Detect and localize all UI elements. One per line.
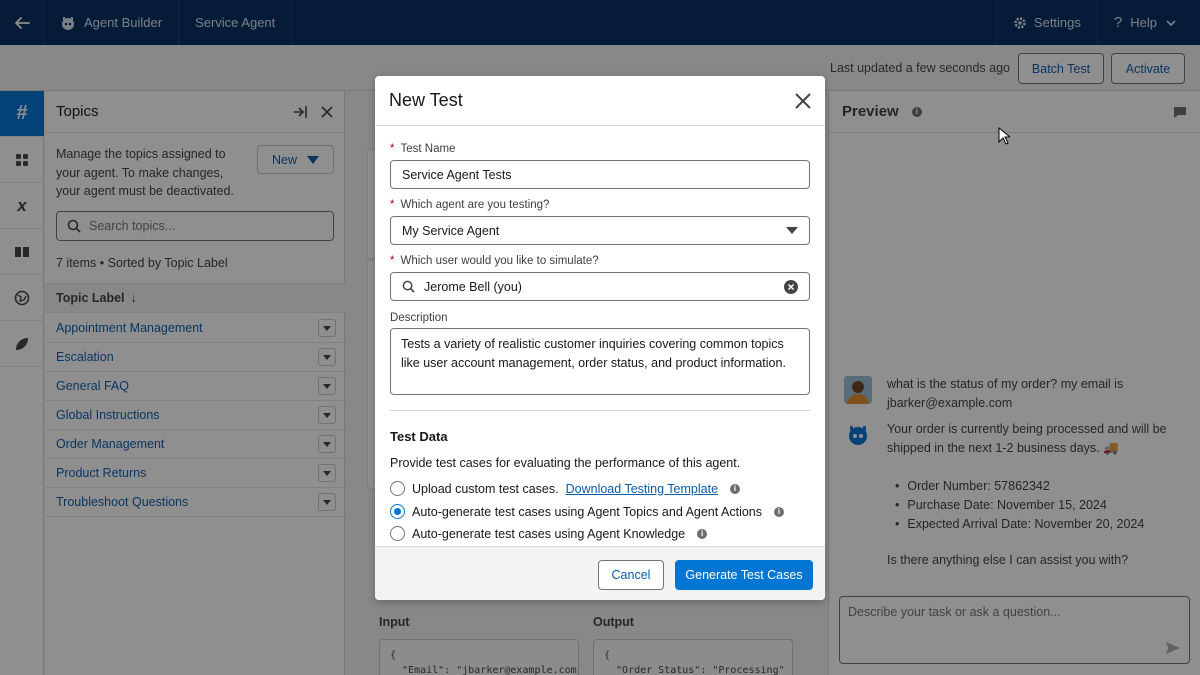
info-icon[interactable]: i xyxy=(774,506,785,517)
test-data-description: Provide test cases for evaluating the pe… xyxy=(390,456,741,470)
agent-select[interactable]: My Service Agent xyxy=(390,216,810,245)
user-lookup-input[interactable]: Jerome Bell (you) xyxy=(390,272,810,301)
test-name-input[interactable]: Service Agent Tests xyxy=(390,160,810,189)
new-test-modal: New Test * Test Name Service Agent Tests … xyxy=(375,76,825,600)
agent-select-label-text: Which agent are you testing? xyxy=(400,199,550,211)
clear-icon[interactable] xyxy=(784,279,798,294)
test-data-heading: Test Data xyxy=(390,429,448,444)
caret-down-icon xyxy=(786,227,798,234)
test-name-label: * Test Name xyxy=(390,143,455,155)
modal-body: * Test Name Service Agent Tests * Which ag… xyxy=(375,126,825,546)
info-icon[interactable]: i xyxy=(697,528,708,539)
description-textarea[interactable]: Tests a variety of realistic customer in… xyxy=(390,328,810,395)
close-icon[interactable] xyxy=(795,92,811,109)
generate-test-cases-button[interactable]: Generate Test Cases xyxy=(675,560,813,590)
radio-button[interactable] xyxy=(390,526,405,541)
user-lookup-label: * Which user would you like to simulate? xyxy=(390,255,599,267)
modal-footer: Cancel Generate Test Cases xyxy=(375,546,825,600)
radio-button-selected[interactable] xyxy=(390,504,405,519)
description-label: Description xyxy=(390,312,448,324)
modal-header: New Test xyxy=(375,76,825,126)
search-icon xyxy=(402,280,415,293)
radio-autogen-knowledge[interactable]: Auto-generate test cases using Agent Kno… xyxy=(390,526,708,541)
required-marker: * xyxy=(390,199,395,211)
agent-select-value: My Service Agent xyxy=(402,223,500,238)
radio-label: Auto-generate test cases using Agent Kno… xyxy=(412,526,686,541)
info-icon[interactable]: i xyxy=(730,483,741,494)
section-divider xyxy=(390,410,810,411)
user-lookup-value: Jerome Bell (you) xyxy=(424,279,522,294)
radio-label: Upload custom test cases. xyxy=(412,481,559,496)
required-marker: * xyxy=(390,143,395,155)
radio-upload-custom[interactable]: Upload custom test cases. Download Testi… xyxy=(390,481,741,496)
radio-button[interactable] xyxy=(390,481,405,496)
cancel-button[interactable]: Cancel xyxy=(598,560,664,590)
radio-label: Auto-generate test cases using Agent Top… xyxy=(412,504,763,519)
test-name-value: Service Agent Tests xyxy=(402,167,512,182)
user-lookup-label-text: Which user would you like to simulate? xyxy=(400,255,599,267)
modal-title: New Test xyxy=(389,90,463,110)
mouse-cursor-icon xyxy=(998,127,1010,145)
agent-select-label: * Which agent are you testing? xyxy=(390,199,549,211)
radio-autogen-actions[interactable]: Auto-generate test cases using Agent Top… xyxy=(390,504,785,519)
required-marker: * xyxy=(390,255,395,267)
test-name-label-text: Test Name xyxy=(400,143,456,155)
description-label-text: Description xyxy=(390,312,448,324)
download-template-link[interactable]: Download Testing Template xyxy=(566,482,718,496)
